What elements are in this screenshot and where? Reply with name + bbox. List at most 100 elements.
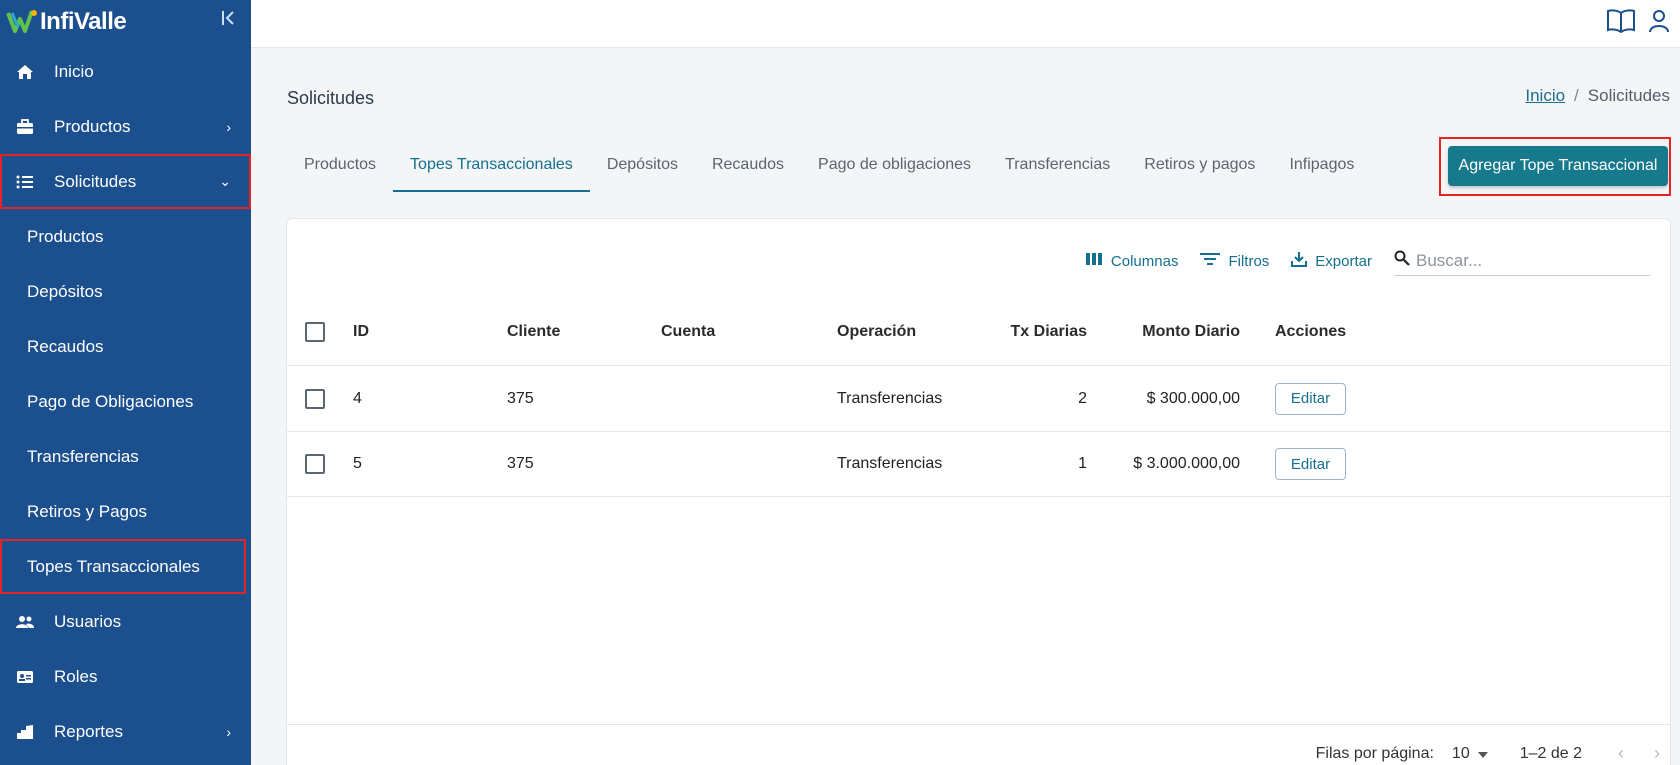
chevron-right-icon: › xyxy=(226,723,231,740)
sidebar-subitem-recaudos[interactable]: Recaudos xyxy=(0,319,251,374)
select-all-checkbox[interactable] xyxy=(305,322,325,342)
cell-operacion: Transferencias xyxy=(837,389,943,407)
export-button[interactable]: Exportar xyxy=(1291,251,1372,271)
add-button-highlight: Agregar Tope Transaccional xyxy=(1439,137,1671,196)
download-icon xyxy=(1291,251,1315,271)
breadcrumb-separator: / xyxy=(1574,86,1579,105)
home-icon xyxy=(14,64,36,80)
breadcrumb-current: Solicitudes xyxy=(1587,86,1670,105)
sidebar-subitem-pago-obligaciones[interactable]: Pago de Obligaciones xyxy=(0,374,251,429)
edit-button[interactable]: Editar xyxy=(1275,448,1346,480)
cell-cliente: 375 xyxy=(507,455,534,472)
sidebar-item-usuarios[interactable]: Usuarios xyxy=(0,594,251,649)
column-header-operacion[interactable]: Operación xyxy=(837,323,916,341)
data-grid-card: Columnas Filtros Exportar ID Cliente Cue… xyxy=(286,218,1671,765)
search-input[interactable] xyxy=(1416,250,1636,271)
column-header-acciones: Acciones xyxy=(1275,323,1347,340)
sidebar-item-roles[interactable]: Roles xyxy=(0,649,251,704)
sidebar-item-label: Solicitudes xyxy=(54,171,137,191)
table-header-row: ID Cliente Cuenta Operación Tx Diarias M… xyxy=(287,299,1670,365)
tab-topes-transaccionales[interactable]: Topes Transaccionales xyxy=(393,150,590,192)
sidebar-item-productos[interactable]: Productos › xyxy=(0,99,251,154)
filters-label: Filtros xyxy=(1228,252,1270,270)
logo-mark-icon xyxy=(6,9,38,35)
add-tope-transaccional-button[interactable]: Agregar Tope Transaccional xyxy=(1448,146,1668,186)
filter-icon xyxy=(1200,252,1228,270)
topbar xyxy=(251,0,1680,48)
sidebar-subitem-productos[interactable]: Productos xyxy=(0,209,251,264)
cell-operacion: Transferencias xyxy=(837,455,943,472)
columns-label: Columnas xyxy=(1110,252,1179,270)
cell-id: 5 xyxy=(353,455,362,472)
sidebar-subitem-transferencias[interactable]: Transferencias xyxy=(0,429,251,484)
cell-tx-diarias: 2 xyxy=(1078,389,1087,407)
next-page-icon[interactable]: › xyxy=(1654,743,1660,764)
edit-button[interactable]: Editar xyxy=(1275,382,1346,415)
tab-depositos[interactable]: Depósitos xyxy=(590,150,695,192)
collapse-sidebar-icon[interactable] xyxy=(221,10,235,31)
column-header-cliente[interactable]: Cliente xyxy=(507,323,560,341)
book-icon[interactable] xyxy=(1606,8,1636,39)
sidebar-item-label: Usuarios xyxy=(54,611,122,631)
column-header-monto-diario[interactable]: Monto Diario xyxy=(1142,323,1240,341)
rows-per-page-select[interactable]: 10 xyxy=(1452,745,1488,763)
tab-transferencias[interactable]: Transferencias xyxy=(988,150,1127,192)
export-label: Exportar xyxy=(1315,252,1372,270)
cell-tx-diarias: 1 xyxy=(1078,455,1087,472)
sidebar-subitem-label: Depósitos xyxy=(27,281,103,301)
columns-button[interactable]: Columnas xyxy=(1085,252,1179,270)
tab-retiros-pagos[interactable]: Retiros y pagos xyxy=(1127,150,1272,192)
tab-infipagos[interactable]: Infipagos xyxy=(1272,150,1371,192)
user-icon[interactable] xyxy=(1648,8,1670,39)
building-chart-icon xyxy=(14,724,36,740)
sidebar-subitem-label: Productos xyxy=(27,226,104,246)
tab-recaudos[interactable]: Recaudos xyxy=(695,150,801,192)
column-header-id[interactable]: ID xyxy=(353,323,369,341)
table-footer: Filas por página: 10 1–2 de 2 ‹ › xyxy=(287,724,1670,765)
tab-productos[interactable]: Productos xyxy=(287,150,393,192)
brand-name: InfiValle xyxy=(40,8,127,35)
cell-monto-diario: $ 300.000,00 xyxy=(1146,389,1240,407)
sidebar: InfiValle Inicio Productos › Solicitudes… xyxy=(0,0,251,765)
sidebar-item-reportes[interactable]: Reportes › xyxy=(0,704,251,759)
rows-per-page-value: 10 xyxy=(1451,744,1470,762)
sidebar-subitem-topes-transaccionales[interactable]: Topes Transaccionales xyxy=(0,539,246,594)
filters-button[interactable]: Filtros xyxy=(1200,252,1269,270)
sidebar-item-solicitudes[interactable]: Solicitudes ⌄ xyxy=(0,154,251,209)
sidebar-subitem-label: Retiros y Pagos xyxy=(27,501,147,521)
breadcrumb: Inicio / Solicitudes xyxy=(1525,86,1670,106)
table-row: 5 375 Transferencias 1 $ 3.000.000,00 Ed… xyxy=(287,431,1670,497)
sidebar-subitem-retiros-pagos[interactable]: Retiros y Pagos xyxy=(0,484,251,539)
logo-row: InfiValle xyxy=(0,0,251,44)
rows-per-page-label: Filas por página: xyxy=(1315,744,1434,762)
breadcrumb-home-link[interactable]: Inicio xyxy=(1525,86,1565,105)
chevron-right-icon: › xyxy=(226,118,231,135)
sidebar-subitem-label: Recaudos xyxy=(27,336,104,356)
sidebar-item-inicio[interactable]: Inicio xyxy=(0,44,251,99)
sidebar-item-label: Productos xyxy=(54,116,131,136)
chevron-down-icon: ⌄ xyxy=(219,173,231,189)
row-checkbox[interactable] xyxy=(305,388,325,409)
id-card-icon xyxy=(14,670,36,684)
pagination-range: 1–2 de 2 xyxy=(1519,744,1582,762)
sidebar-item-label: Roles xyxy=(54,666,98,686)
column-header-tx-diarias[interactable]: Tx Diarias xyxy=(1011,323,1087,341)
list-icon xyxy=(14,175,36,189)
search-icon xyxy=(1394,250,1410,271)
sidebar-subitem-label: Transferencias xyxy=(27,446,139,466)
row-checkbox[interactable] xyxy=(305,454,325,474)
sidebar-subitem-depositos[interactable]: Depósitos xyxy=(0,264,251,319)
sidebar-subitem-label: Topes Transaccionales xyxy=(27,556,200,576)
brand-logo[interactable]: InfiValle xyxy=(6,8,127,36)
tab-pago-obligaciones[interactable]: Pago de obligaciones xyxy=(801,150,988,192)
sidebar-item-label: Inicio xyxy=(54,61,94,81)
page-title: Solicitudes xyxy=(287,88,375,108)
briefcase-icon xyxy=(14,118,36,135)
previous-page-icon[interactable]: ‹ xyxy=(1618,743,1624,764)
users-icon xyxy=(14,615,36,629)
tab-bar: Productos Topes Transaccionales Depósito… xyxy=(287,150,1371,192)
sidebar-subitem-label: Pago de Obligaciones xyxy=(27,391,194,411)
column-header-cuenta[interactable]: Cuenta xyxy=(661,323,715,341)
cell-id: 4 xyxy=(353,389,362,407)
search-box xyxy=(1394,246,1650,276)
